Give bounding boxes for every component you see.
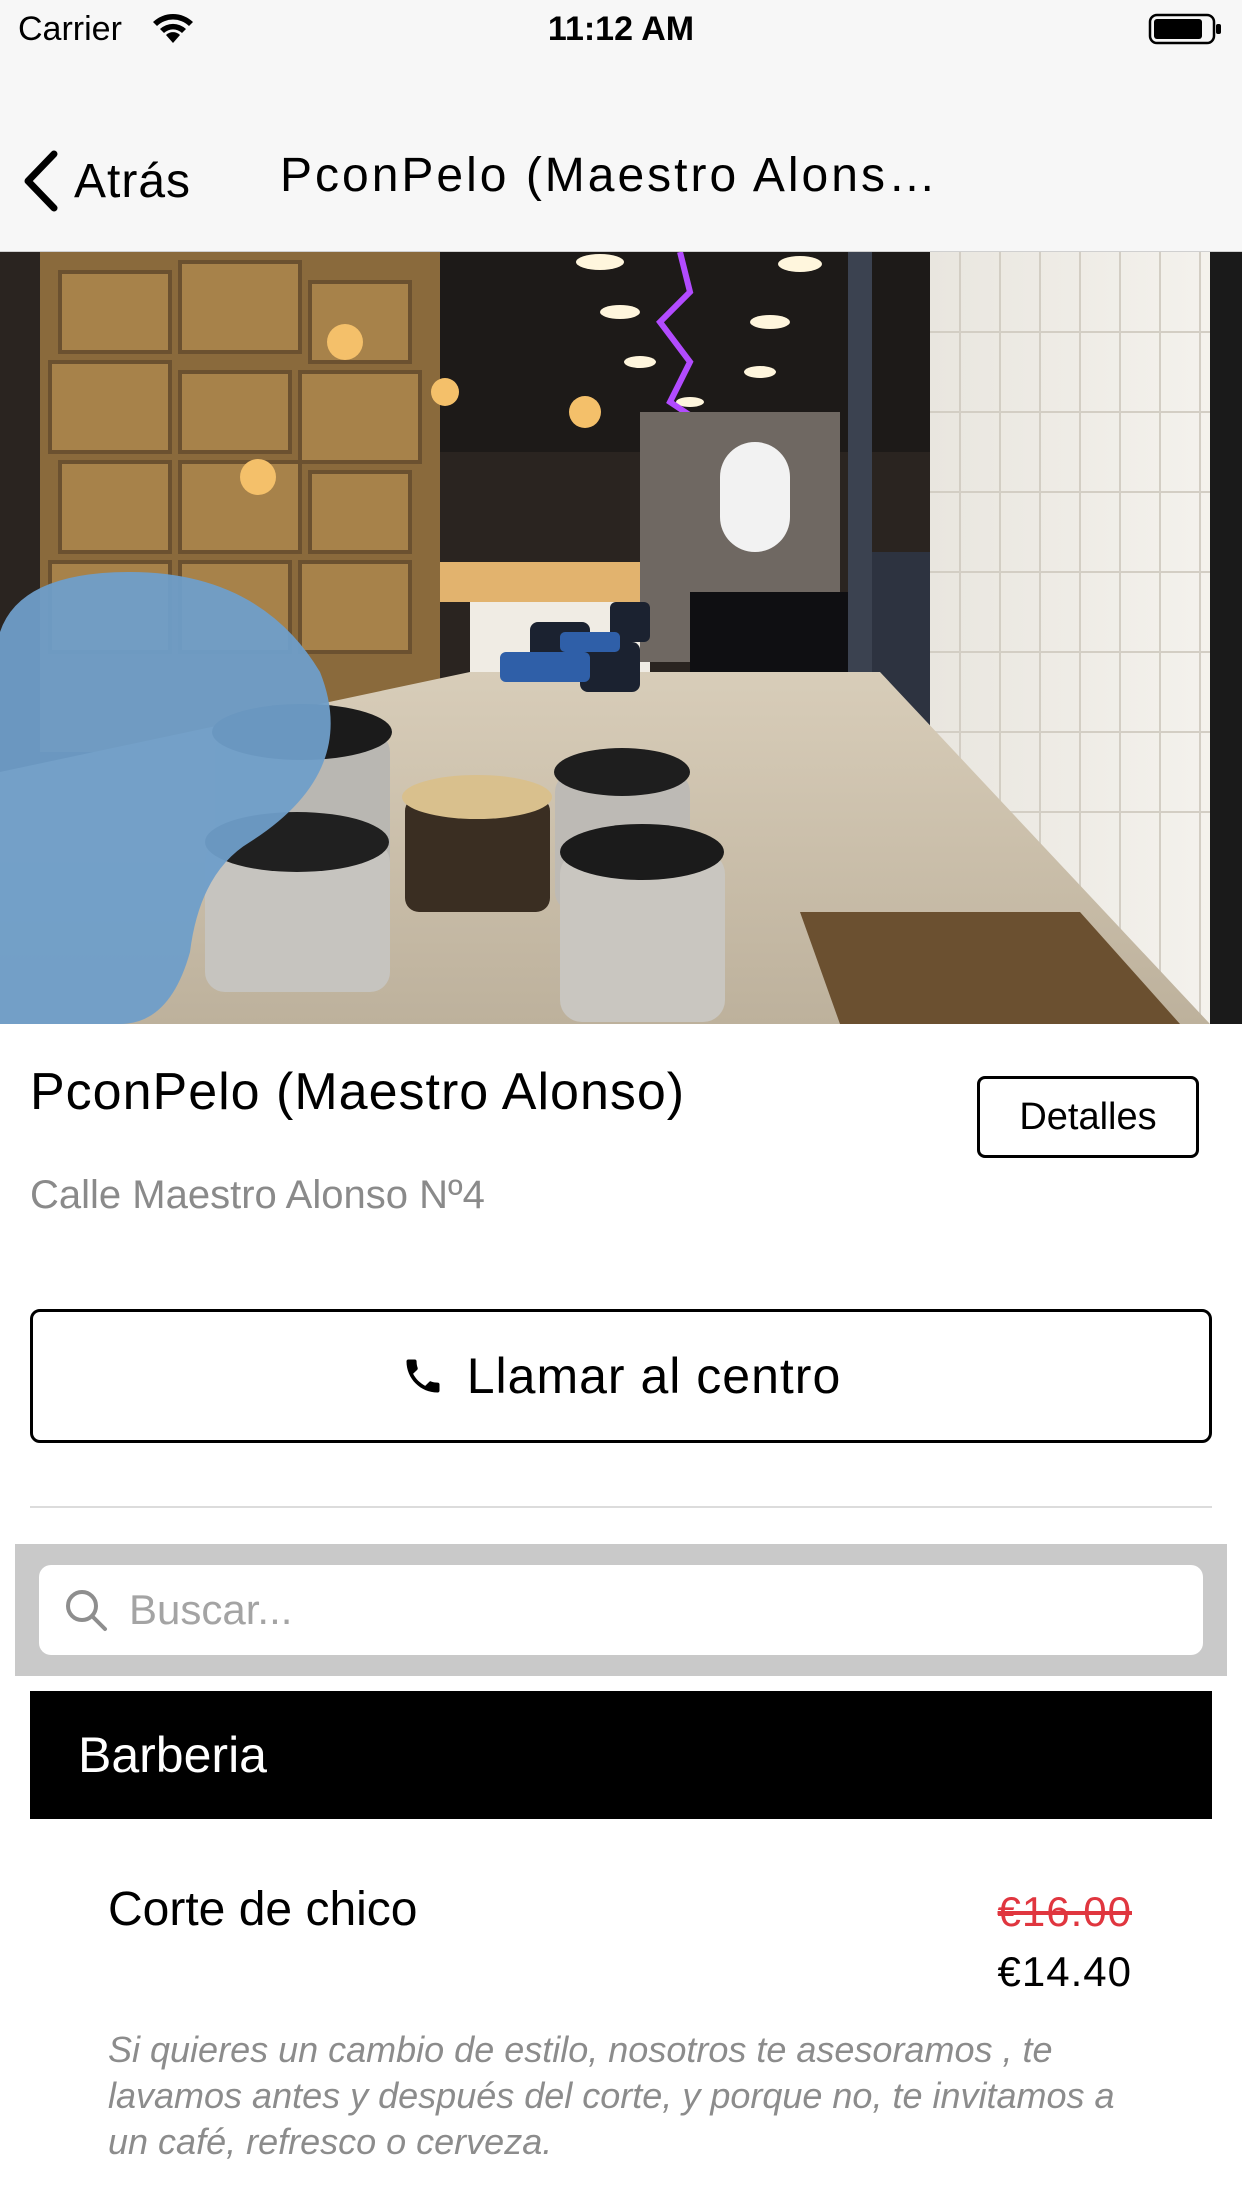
salon-photo	[0, 252, 1242, 1024]
search-icon	[66, 1590, 107, 1631]
service-description: Si quieres un cambio de estilo, nosotros…	[108, 2029, 1115, 2162]
salon-photo-illustration	[0, 252, 1242, 1024]
divider	[30, 1506, 1212, 1508]
chevron-left-icon	[24, 150, 58, 212]
shop-name: PconPelo (Maestro Alonso)	[30, 1063, 686, 1121]
search-input[interactable]	[129, 1586, 1169, 1634]
shop-address: Calle Maestro Alonso Nº4	[30, 1173, 485, 1217]
service-name: Corte de chico	[108, 1883, 418, 1936]
service-price: €14.40	[997, 1948, 1132, 1995]
details-button[interactable]: Detalles	[977, 1076, 1199, 1158]
category-header-barberia[interactable]: Barberia	[30, 1691, 1212, 1819]
search-field[interactable]	[39, 1565, 1203, 1655]
page-title: PconPelo (Maestro Alons…	[280, 149, 939, 202]
call-button[interactable]: Llamar al centro	[30, 1309, 1212, 1443]
search-bar	[15, 1544, 1227, 1676]
battery-icon	[1148, 13, 1221, 45]
status-time: 11:12 AM	[547, 10, 695, 48]
back-button[interactable]: Atrás	[18, 146, 191, 216]
call-button-label: Llamar al centro	[466, 1348, 842, 1404]
status-bar: Carrier 11:12 AM	[0, 0, 1242, 60]
service-old-price: €16.00	[997, 1888, 1132, 1935]
back-label: Atrás	[74, 154, 192, 208]
phone-icon	[406, 1359, 440, 1393]
